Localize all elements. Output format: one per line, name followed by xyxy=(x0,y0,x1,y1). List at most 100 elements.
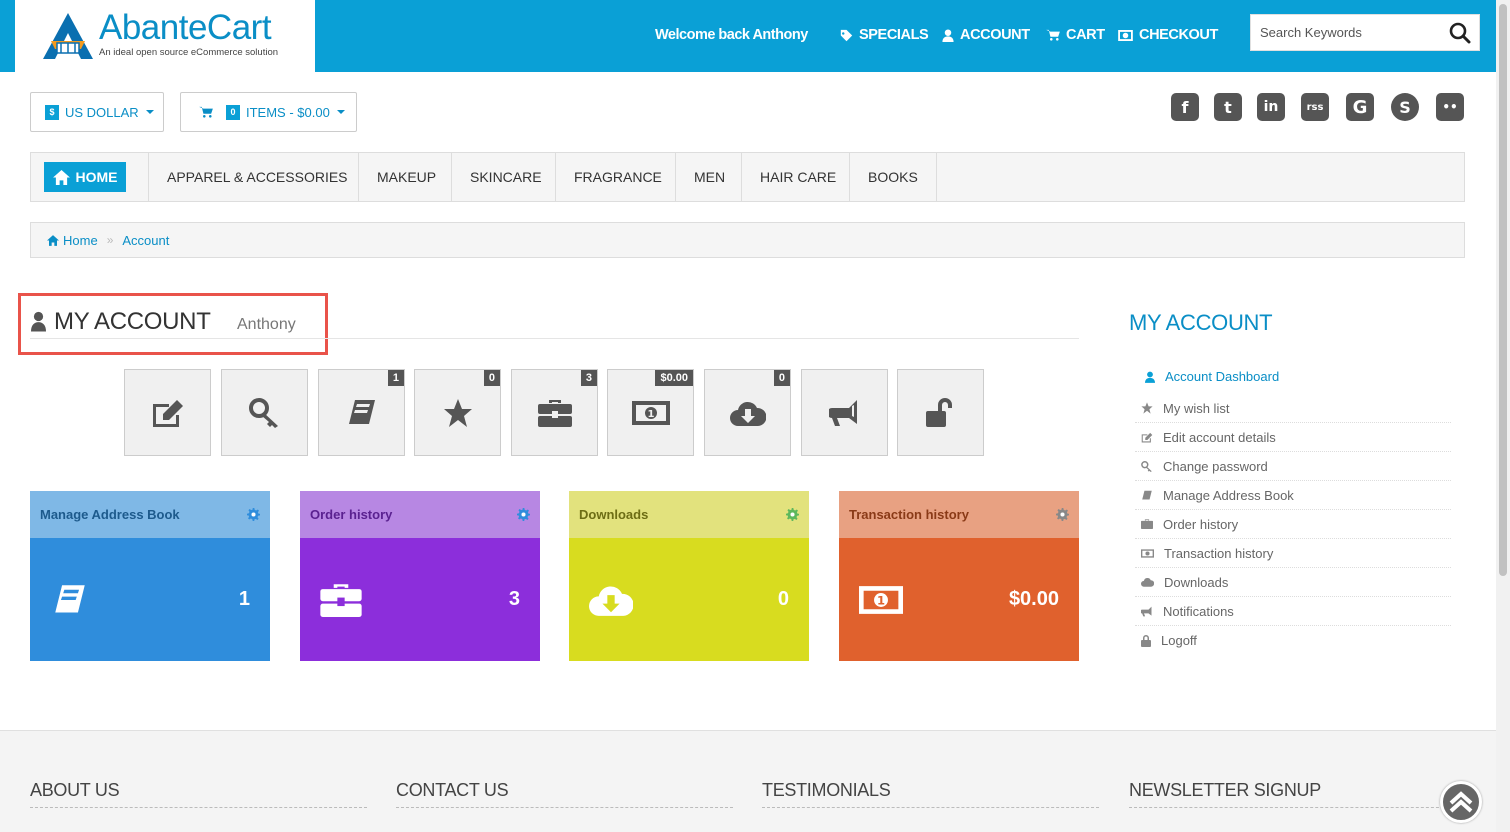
logo-tagline: An ideal open source eCommerce solution xyxy=(99,47,279,58)
tile-notifications[interactable] xyxy=(801,369,888,456)
logo-mark-icon xyxy=(43,13,93,59)
tile-address-book[interactable]: 1 xyxy=(318,369,405,456)
card-value: 0 xyxy=(777,588,789,610)
google-icon[interactable]: G xyxy=(1346,93,1374,121)
card-transaction-history[interactable]: Transaction history 1 $0.00 xyxy=(839,491,1079,661)
nav-category-skincare[interactable]: SKINCARE xyxy=(451,153,542,201)
nav-home-label: HOME xyxy=(75,169,118,185)
currency-dropdown[interactable]: $ US DOLLAR xyxy=(30,92,164,132)
tile-downloads[interactable]: 0 xyxy=(704,369,791,456)
tile-badge: $0.00 xyxy=(655,370,693,386)
currency-label: US DOLLAR xyxy=(65,104,139,120)
sidebar-item-dashboard[interactable]: Account Dashboard xyxy=(1135,359,1451,394)
sidebar-item-wishlist[interactable]: My wish list xyxy=(1135,394,1451,423)
svg-text:1: 1 xyxy=(877,593,885,607)
sidebar-item-label: Order history xyxy=(1163,516,1239,532)
tile-logoff[interactable] xyxy=(897,369,984,456)
gear-icon[interactable] xyxy=(786,508,799,521)
book-icon xyxy=(348,399,375,424)
star-icon xyxy=(1141,402,1153,414)
cart-dropdown[interactable]: 0 ITEMS - $0.00 xyxy=(180,92,357,132)
sidebar-item-label: Change password xyxy=(1163,458,1268,474)
footer-testimonials-heading: TESTIMONIALS xyxy=(762,780,1099,808)
home-icon xyxy=(47,234,59,246)
nav-checkout-link[interactable]: CHECKOUT xyxy=(1118,27,1218,43)
card-address-book[interactable]: Manage Address Book 1 xyxy=(30,491,270,661)
breadcrumb-separator-icon: » xyxy=(106,233,114,247)
scrollbar-thumb[interactable] xyxy=(1499,4,1507,576)
sidebar-item-order-history[interactable]: Order history xyxy=(1135,510,1451,539)
sidebar-item-transactions[interactable]: Transaction history xyxy=(1135,539,1451,568)
title-divider xyxy=(30,338,1079,339)
nav-account-link[interactable]: ACCOUNT xyxy=(942,27,1030,43)
logo-name: AbanteCart xyxy=(99,8,272,47)
star-icon xyxy=(443,398,472,427)
skype-icon[interactable]: S xyxy=(1391,93,1419,121)
card-value: 1 xyxy=(238,588,250,610)
tile-change-password[interactable] xyxy=(221,369,308,456)
breadcrumb-current[interactable]: Account xyxy=(122,233,169,248)
sidebar-item-label: Downloads xyxy=(1164,574,1229,590)
sidebar-item-logoff[interactable]: Logoff xyxy=(1135,626,1451,655)
rss-icon[interactable]: rss xyxy=(1301,93,1329,121)
tile-badge: 1 xyxy=(387,370,404,386)
card-value: $0.00 xyxy=(1008,588,1059,610)
card-title: Order history xyxy=(310,507,393,522)
logo[interactable]: AbanteCart An ideal open source eCommerc… xyxy=(15,0,315,72)
search-box xyxy=(1250,14,1480,51)
category-nav: HOME APPAREL & ACCESSORIES MAKEUP SKINCA… xyxy=(30,152,1465,202)
breadcrumb-home-link[interactable]: Home xyxy=(63,233,98,248)
search-icon[interactable] xyxy=(1449,22,1471,44)
sidebar-item-change-password[interactable]: Change password xyxy=(1135,452,1451,481)
sidebar-item-address-book[interactable]: Manage Address Book xyxy=(1135,481,1451,510)
page-subtitle: Anthony xyxy=(237,316,296,333)
nav-category-men[interactable]: MEN xyxy=(675,153,725,201)
tile-wishlist[interactable]: 0 xyxy=(414,369,501,456)
facebook-icon[interactable]: f xyxy=(1171,93,1199,121)
flickr-icon[interactable]: •• xyxy=(1436,93,1464,121)
gear-icon[interactable] xyxy=(247,508,260,521)
tile-transactions[interactable]: 1 $0.00 xyxy=(607,369,694,456)
sidebar-item-label: Edit account details xyxy=(1163,429,1276,445)
bullhorn-icon xyxy=(1141,606,1152,616)
scroll-to-top-button[interactable] xyxy=(1440,781,1482,823)
card-body: 1 xyxy=(30,538,270,661)
nav-specials-link[interactable]: SPECIALS xyxy=(840,27,929,43)
linkedin-icon[interactable]: in xyxy=(1257,93,1285,121)
tile-badge: 0 xyxy=(483,370,500,386)
cart-summary: ITEMS - $0.00 xyxy=(246,104,330,120)
welcome-message: Welcome back Anthony xyxy=(655,27,808,43)
nav-category-makeup[interactable]: MAKEUP xyxy=(358,153,436,201)
nav-home-button[interactable]: HOME xyxy=(44,162,126,192)
search-input[interactable] xyxy=(1251,15,1441,50)
sidebar-item-label: Manage Address Book xyxy=(1163,487,1294,503)
site-header: AbanteCart An ideal open source eCommerc… xyxy=(0,0,1496,72)
nav-cart-link[interactable]: CART xyxy=(1046,27,1105,43)
card-body: 0 xyxy=(569,538,809,661)
gear-icon[interactable] xyxy=(1056,508,1069,521)
card-order-history[interactable]: Order history 3 xyxy=(300,491,540,661)
sidebar-item-notifications[interactable]: Notifications xyxy=(1135,597,1451,626)
gear-icon[interactable] xyxy=(517,508,530,521)
twitter-icon[interactable]: t xyxy=(1214,93,1242,121)
cart-icon xyxy=(199,106,213,118)
nav-category-haircare[interactable]: HAIR CARE xyxy=(741,153,836,201)
sidebar-item-downloads[interactable]: Downloads xyxy=(1135,568,1451,597)
sidebar-item-label: Transaction history xyxy=(1164,545,1274,561)
book-icon xyxy=(1142,490,1152,500)
nav-category-apparel[interactable]: APPAREL & ACCESSORIES xyxy=(148,153,348,201)
card-header: Downloads xyxy=(569,491,809,538)
nav-category-books[interactable]: BOOKS xyxy=(849,153,937,201)
footer-contact-heading: CONTACT US xyxy=(396,780,733,808)
chevron-up-icon xyxy=(1449,791,1473,813)
tile-edit-account[interactable] xyxy=(124,369,211,456)
card-title: Transaction history xyxy=(849,507,969,522)
sidebar-item-label: My wish list xyxy=(1163,400,1230,416)
sidebar-item-edit-account[interactable]: Edit account details xyxy=(1135,423,1451,452)
tile-order-history[interactable]: 3 xyxy=(511,369,598,456)
key-icon xyxy=(248,397,278,428)
card-downloads[interactable]: Downloads 0 xyxy=(569,491,809,661)
sidebar-item-label: Account Dashboard xyxy=(1165,369,1280,384)
nav-category-fragrance[interactable]: FRAGRANCE xyxy=(555,153,662,201)
edit-icon xyxy=(152,399,183,427)
